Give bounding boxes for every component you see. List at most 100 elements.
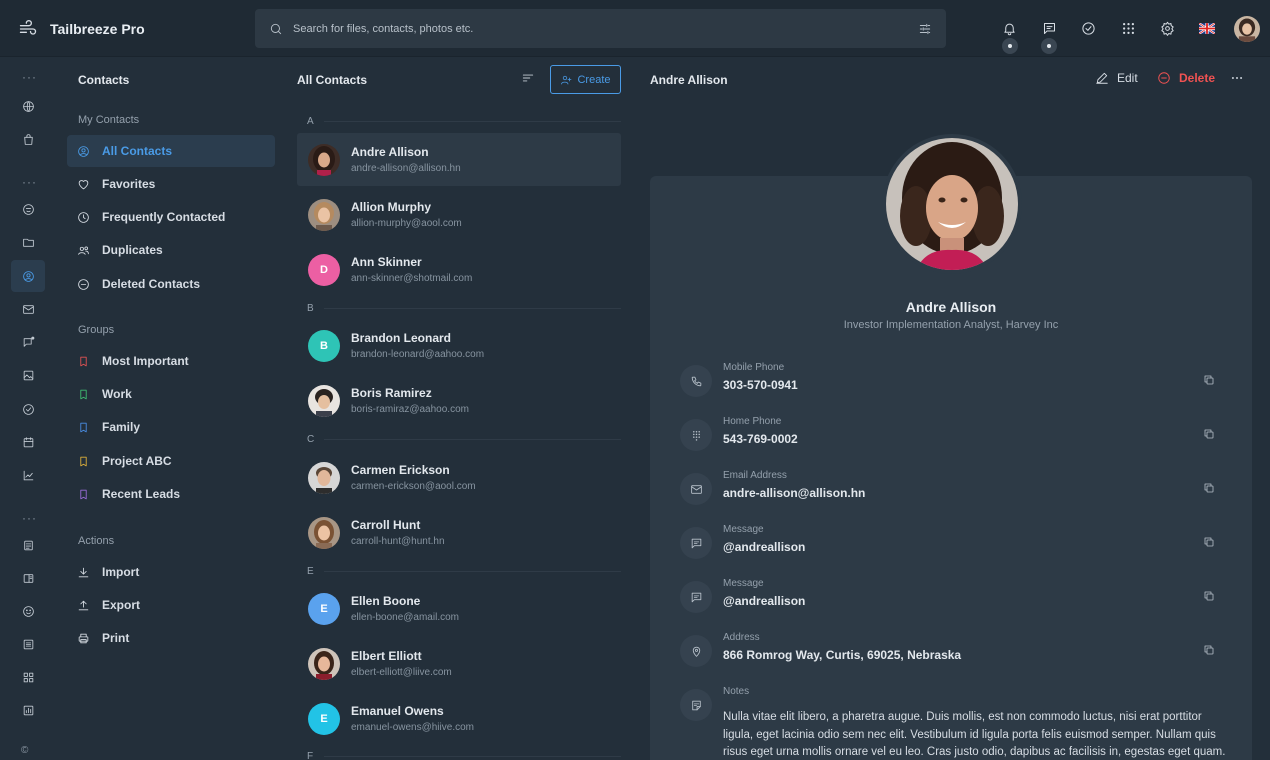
- field-label: Home Phone: [723, 416, 782, 427]
- field-value: 303-570-0941: [723, 378, 798, 392]
- rail-calendar[interactable]: [11, 426, 45, 458]
- rail-shop[interactable]: [11, 123, 45, 155]
- contact-row[interactable]: E Emanuel Owens emanuel-owens@hiive.com: [297, 692, 621, 745]
- rail-chat[interactable]: [11, 326, 45, 358]
- rail-stats[interactable]: [11, 694, 45, 726]
- tasks-button[interactable]: [1069, 0, 1109, 57]
- notes-text: Nulla vitae elit libero, a pharetra augu…: [723, 711, 1226, 758]
- rail-list[interactable]: [11, 628, 45, 660]
- rail-contacts[interactable]: [11, 260, 45, 292]
- copy-icon: [1203, 536, 1215, 548]
- group-family[interactable]: Family: [67, 411, 275, 443]
- action-export[interactable]: Export: [67, 589, 275, 621]
- sort-button[interactable]: [521, 71, 535, 85]
- avatar: [308, 461, 340, 494]
- rail-files[interactable]: [11, 226, 45, 258]
- create-contact-button[interactable]: Create: [550, 65, 621, 94]
- rail-emoji[interactable]: [11, 595, 45, 627]
- apps-button[interactable]: [1109, 0, 1149, 57]
- copy-button[interactable]: [1203, 590, 1215, 602]
- rail-mail[interactable]: [11, 293, 45, 325]
- check-circle-icon: [1081, 21, 1096, 36]
- contact-row[interactable]: B Brandon Leonard brandon-leonard@aahoo.…: [297, 319, 621, 372]
- check-circle-icon: [22, 403, 35, 416]
- printer-icon: [77, 632, 90, 645]
- nav-frequently-contacted[interactable]: Frequently Contacted: [67, 201, 275, 233]
- rail-widgets[interactable]: [11, 661, 45, 693]
- action-label: Export: [102, 598, 141, 612]
- copy-button[interactable]: [1203, 482, 1215, 494]
- contact-email: ann-skinner@shotmail.com: [351, 273, 473, 284]
- search-bar[interactable]: Search for files, contacts, photos etc.: [255, 9, 946, 48]
- search-input[interactable]: Search for files, contacts, photos etc.: [293, 23, 908, 35]
- rail-reports[interactable]: [11, 459, 45, 491]
- edit-button[interactable]: Edit: [1095, 71, 1138, 85]
- copy-button[interactable]: [1203, 374, 1215, 386]
- language-button[interactable]: [1188, 0, 1228, 57]
- contact-row[interactable]: E Ellen Boone ellen-boone@amail.com: [297, 582, 621, 635]
- field-label: Message: [723, 578, 764, 589]
- contact-email: boris-ramiraz@aahoo.com: [351, 404, 469, 415]
- contact-row[interactable]: Carmen Erickson carmen-erickson@aool.com: [297, 451, 621, 504]
- avatar: [308, 647, 340, 680]
- user-plus-icon: [560, 74, 572, 86]
- contact-name: Brandon Leonard: [351, 331, 452, 345]
- user-menu-button[interactable]: [1227, 0, 1267, 57]
- rail-docs[interactable]: [11, 529, 45, 561]
- action-import[interactable]: Import: [67, 556, 275, 588]
- more-options-button[interactable]: [1230, 71, 1244, 85]
- field-value: @andreallison: [723, 594, 806, 608]
- nav-deleted-contacts[interactable]: Deleted Contacts: [67, 268, 275, 300]
- settings-button[interactable]: [1148, 0, 1188, 57]
- rail-photos[interactable]: [11, 359, 45, 391]
- minus-circle-icon: [77, 278, 90, 291]
- globe-icon: [22, 100, 35, 113]
- rail-globe[interactable]: [11, 90, 45, 122]
- contact-row[interactable]: Boris Ramirez boris-ramiraz@aahoo.com: [297, 374, 621, 427]
- field-value: andre-allison@allison.hn: [723, 486, 866, 500]
- contact-row[interactable]: Elbert Elliott elbert-elliott@liive.com: [297, 637, 621, 690]
- chart-line-icon: [22, 469, 35, 482]
- notifications-button[interactable]: [990, 0, 1030, 57]
- copyright: ©: [21, 745, 29, 756]
- contact-detail-panel: Andre Allison Edit Delete Andre Allison …: [634, 57, 1270, 760]
- nav-all-contacts[interactable]: All Contacts: [67, 135, 275, 167]
- contact-job-title: Investor Implementation Analyst, Harvey …: [843, 319, 1059, 331]
- rail-academy[interactable]: [11, 193, 45, 225]
- group-work[interactable]: Work: [67, 378, 275, 410]
- message-badge: [1041, 38, 1058, 54]
- heart-icon: [77, 178, 90, 191]
- messages-button[interactable]: [1030, 0, 1070, 57]
- contact-row[interactable]: Carroll Hunt carroll-hunt@hunt.hn: [297, 506, 621, 559]
- contact-row[interactable]: Allion Murphy allion-murphy@aool.com: [297, 188, 621, 241]
- divider: [324, 571, 621, 572]
- nav-favorites[interactable]: Favorites: [67, 168, 275, 200]
- contact-row[interactable]: D Ann Skinner ann-skinner@shotmail.com: [297, 243, 621, 296]
- contact-email: ellen-boone@amail.com: [351, 612, 459, 623]
- group-project-abc[interactable]: Project ABC: [67, 445, 275, 477]
- brand[interactable]: Tailbreeze Pro: [18, 19, 145, 39]
- smiley-icon: [22, 605, 35, 618]
- nav-duplicates[interactable]: Duplicates: [67, 234, 275, 266]
- copy-button[interactable]: [1203, 644, 1215, 656]
- group-recent-leads[interactable]: Recent Leads: [67, 478, 275, 510]
- group-most-important[interactable]: Most Important: [67, 345, 275, 377]
- grid-icon: [22, 671, 35, 684]
- copy-button[interactable]: [1203, 536, 1215, 548]
- delete-button[interactable]: Delete: [1157, 71, 1215, 85]
- divider: [324, 308, 621, 309]
- delete-label: Delete: [1179, 71, 1216, 85]
- copy-button[interactable]: [1203, 428, 1215, 440]
- copy-icon: [1203, 482, 1215, 494]
- copy-icon: [1203, 374, 1215, 386]
- smile-face-icon: [22, 203, 35, 216]
- avatar: [308, 143, 340, 176]
- rail-layout[interactable]: [11, 562, 45, 594]
- field-label: Mobile Phone: [723, 362, 785, 373]
- user-circle-icon: [77, 145, 90, 158]
- contact-row[interactable]: Andre Allison andre-allison@allison.hn: [297, 133, 621, 186]
- filter-sliders-icon[interactable]: [918, 22, 932, 36]
- rail-tasks[interactable]: [11, 393, 45, 425]
- action-print[interactable]: Print: [67, 622, 275, 654]
- avatar: [308, 384, 340, 417]
